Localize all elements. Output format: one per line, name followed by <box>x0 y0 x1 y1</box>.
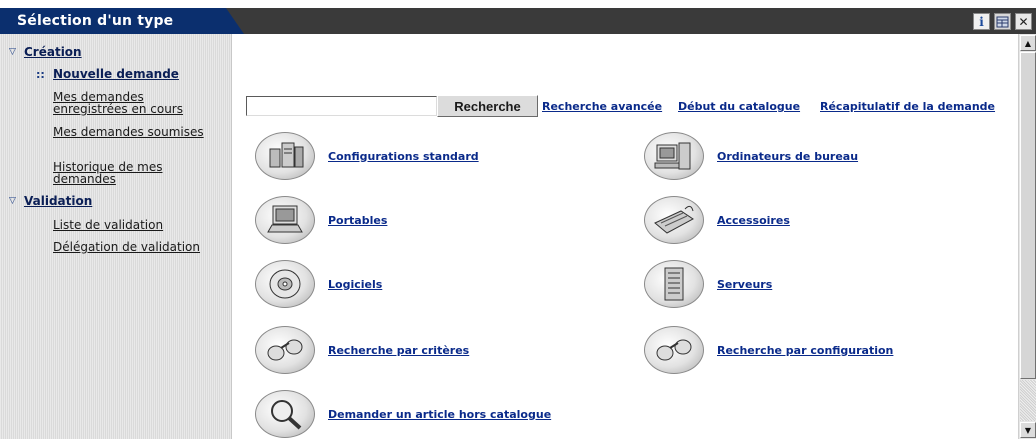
keyboard-icon[interactable] <box>644 196 704 244</box>
category-portables[interactable]: Portables <box>255 196 387 244</box>
request-summary-link[interactable]: Récapitulatif de la demande <box>820 100 995 113</box>
sidebar-section-label[interactable]: Validation <box>24 194 92 208</box>
sidebar-item-delegation-de-validation[interactable]: Délégation de validation <box>53 241 213 253</box>
close-icon[interactable]: ✕ <box>1015 13 1032 30</box>
window-title-bar: Sélection d'un type d'article i ✕ <box>0 8 1036 34</box>
search-bar: Recherche <box>246 95 538 117</box>
category-recherche-par-criteres[interactable]: Recherche par critères <box>255 326 469 374</box>
binoculars-icon[interactable] <box>644 326 704 374</box>
sidebar-section-label[interactable]: Création <box>24 45 82 59</box>
category-label[interactable]: Accessoires <box>717 214 790 227</box>
category-configurations-standard[interactable]: Configurations standard <box>255 132 479 180</box>
info-icon[interactable]: i <box>973 13 990 30</box>
collapse-triangle-icon[interactable]: ▽ <box>9 196 24 206</box>
sidebar-item-label[interactable]: Nouvelle demande <box>53 67 179 81</box>
category-label[interactable]: Configurations standard <box>328 150 479 163</box>
catalog-start-link[interactable]: Début du catalogue <box>678 100 800 113</box>
search-input[interactable] <box>246 96 437 116</box>
scroll-thumb[interactable] <box>1020 52 1036 379</box>
window-title: Sélection d'un type d'article <box>0 8 244 34</box>
category-label[interactable]: Logiciels <box>328 278 382 291</box>
category-ordinateurs-de-bureau[interactable]: Ordinateurs de bureau <box>644 132 858 180</box>
sidebar-item-liste-de-validation[interactable]: Liste de validation <box>53 219 213 231</box>
binoculars-icon[interactable] <box>255 326 315 374</box>
laptop-icon[interactable] <box>255 196 315 244</box>
scroll-track[interactable] <box>1020 380 1036 421</box>
server-stack-icon[interactable] <box>255 132 315 180</box>
cd-disc-icon[interactable] <box>255 260 315 308</box>
category-label[interactable]: Recherche par configuration <box>717 344 893 357</box>
desktop-computer-icon[interactable] <box>644 132 704 180</box>
sidebar-item-nouvelle-demande[interactable]: :: Nouvelle demande <box>36 67 179 81</box>
category-demander-hors-catalogue[interactable]: Demander un article hors catalogue <box>255 390 551 438</box>
server-rack-icon[interactable] <box>644 260 704 308</box>
sidebar-section-validation[interactable]: ▽ Validation <box>9 194 92 208</box>
category-accessoires[interactable]: Accessoires <box>644 196 790 244</box>
collapse-triangle-icon[interactable]: ▽ <box>9 47 24 57</box>
search-button[interactable]: Recherche <box>437 95 538 117</box>
title-bar-icons: i ✕ <box>973 13 1032 30</box>
sidebar-item-mes-demandes-soumises[interactable]: Mes demandes soumises <box>53 126 213 138</box>
magnifier-icon[interactable] <box>255 390 315 438</box>
sidebar-nav: ▽ Création :: Nouvelle demande Mes deman… <box>0 34 232 439</box>
sidebar-item-historique[interactable]: Historique de mes demandes <box>53 161 213 185</box>
category-label[interactable]: Serveurs <box>717 278 772 291</box>
sidebar-section-creation[interactable]: ▽ Création <box>9 45 82 59</box>
category-recherche-par-configuration[interactable]: Recherche par configuration <box>644 326 893 374</box>
category-label[interactable]: Demander un article hors catalogue <box>328 408 551 421</box>
category-serveurs[interactable]: Serveurs <box>644 260 772 308</box>
scroll-down-arrow-icon[interactable]: ▼ <box>1020 422 1036 438</box>
main-content: Recherche Recherche avancée Début du cat… <box>233 34 1018 439</box>
current-item-marker-icon: :: <box>36 67 45 81</box>
category-label[interactable]: Ordinateurs de bureau <box>717 150 858 163</box>
sidebar-item-mes-demandes-enregistrees[interactable]: Mes demandes enregistrées en cours <box>53 91 213 115</box>
category-logiciels[interactable]: Logiciels <box>255 260 382 308</box>
advanced-search-link[interactable]: Recherche avancée <box>542 100 662 113</box>
category-label[interactable]: Portables <box>328 214 387 227</box>
scroll-up-arrow-icon[interactable]: ▲ <box>1020 35 1036 51</box>
category-label[interactable]: Recherche par critères <box>328 344 469 357</box>
vertical-scrollbar[interactable]: ▲ ▼ <box>1018 34 1036 439</box>
cabinet-icon[interactable] <box>994 13 1011 30</box>
